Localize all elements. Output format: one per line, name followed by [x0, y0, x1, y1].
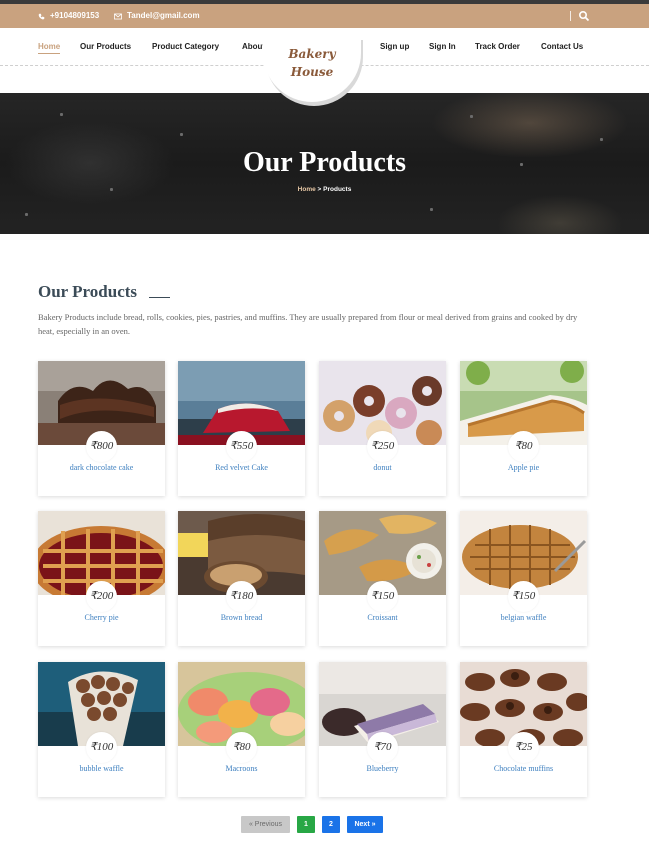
- product-name[interactable]: belgian waffle: [460, 613, 587, 622]
- product-name[interactable]: dark chocolate cake: [38, 463, 165, 472]
- product-name[interactable]: Red velvet Cake: [178, 463, 305, 472]
- product-card[interactable]: ₹150 belgian waffle: [460, 511, 587, 646]
- banner-texture-dot: [470, 115, 473, 118]
- product-name[interactable]: Chocolate muffins: [460, 764, 587, 773]
- nav-sign-in[interactable]: Sign In: [429, 42, 456, 51]
- product-price: ₹150: [367, 581, 398, 612]
- nav-product-category[interactable]: Product Category: [152, 42, 219, 51]
- product-name[interactable]: Brown bread: [178, 613, 305, 622]
- product-card[interactable]: ₹100 bubble waffle: [38, 662, 165, 797]
- banner-texture-dot: [25, 213, 28, 216]
- page-title: Our Products: [242, 147, 407, 178]
- product-card[interactable]: ₹150 Croissant: [319, 511, 446, 646]
- nav-contact-us[interactable]: Contact Us: [541, 42, 583, 51]
- product-card[interactable]: ₹80 Macroons: [178, 662, 305, 797]
- previous-page-button[interactable]: « Previous: [241, 816, 290, 833]
- nav-track-order[interactable]: Track Order: [475, 42, 520, 51]
- product-price: ₹25: [508, 732, 539, 763]
- product-price: ₹100: [86, 732, 117, 763]
- section-description: Bakery Products include bread, rolls, co…: [38, 312, 578, 336]
- email-address: Tandel@gmail.com: [127, 11, 200, 20]
- product-name[interactable]: donut: [319, 463, 446, 472]
- logo-line-2: House: [290, 65, 334, 79]
- banner-texture-dot: [60, 113, 63, 116]
- product-name[interactable]: Macroons: [178, 764, 305, 773]
- banner-texture-dot: [600, 138, 603, 141]
- breadcrumb-current: Products: [323, 186, 352, 193]
- phone-contact[interactable]: +9104809153: [38, 4, 99, 28]
- breadcrumb: Home > Products: [0, 186, 649, 193]
- banner-texture-dot: [180, 133, 183, 136]
- product-card[interactable]: ₹200 Cherry pie: [38, 511, 165, 646]
- contact-bar: +9104809153 Tandel@gmail.com: [0, 4, 649, 28]
- product-name[interactable]: Apple pie: [460, 463, 587, 472]
- product-price: ₹80: [226, 732, 257, 763]
- product-name[interactable]: bubble waffle: [38, 764, 165, 773]
- page-1-button[interactable]: 1: [297, 816, 315, 833]
- envelope-icon: [114, 13, 122, 19]
- nav-home[interactable]: Home: [38, 42, 61, 54]
- product-price: ₹800: [86, 431, 117, 462]
- product-price: ₹70: [367, 732, 398, 763]
- product-price: ₹80: [508, 431, 539, 462]
- nav-our-products[interactable]: Our Products: [80, 42, 131, 51]
- product-card[interactable]: ₹80 Apple pie: [460, 361, 587, 496]
- product-price: ₹150: [508, 581, 539, 612]
- topbar-divider: [570, 11, 571, 21]
- product-price: ₹250: [367, 431, 398, 462]
- email-contact[interactable]: Tandel@gmail.com: [114, 4, 200, 28]
- heading-underline: [149, 297, 170, 298]
- breadcrumb-separator: >: [317, 186, 322, 193]
- product-card[interactable]: ₹25 Chocolate muffins: [460, 662, 587, 797]
- page-banner: Our Products Home > Products: [0, 93, 649, 234]
- breadcrumb-home[interactable]: Home: [298, 186, 316, 193]
- product-price: ₹200: [86, 581, 117, 612]
- logo-line-1: Bakery: [288, 47, 336, 61]
- phone-icon: [38, 13, 45, 19]
- product-card[interactable]: ₹250 donut: [319, 361, 446, 496]
- next-page-button[interactable]: Next »: [347, 816, 383, 833]
- product-name[interactable]: Cherry pie: [38, 613, 165, 622]
- product-name[interactable]: Blueberry: [319, 764, 446, 773]
- product-name[interactable]: Croissant: [319, 613, 446, 622]
- page-2-button[interactable]: 2: [322, 816, 340, 833]
- product-price: ₹550: [226, 431, 257, 462]
- product-card[interactable]: ₹800 dark chocolate cake: [38, 361, 165, 496]
- phone-number: +9104809153: [50, 11, 100, 20]
- product-card[interactable]: ₹180 Brown bread: [178, 511, 305, 646]
- nav-sign-up[interactable]: Sign up: [380, 42, 409, 51]
- product-card[interactable]: ₹70 Blueberry: [319, 662, 446, 797]
- search-icon[interactable]: [578, 10, 590, 22]
- product-price: ₹180: [226, 581, 257, 612]
- product-card[interactable]: ₹550 Red velvet Cake: [178, 361, 305, 496]
- banner-texture-dot: [430, 208, 433, 211]
- section-heading: Our Products: [38, 282, 138, 301]
